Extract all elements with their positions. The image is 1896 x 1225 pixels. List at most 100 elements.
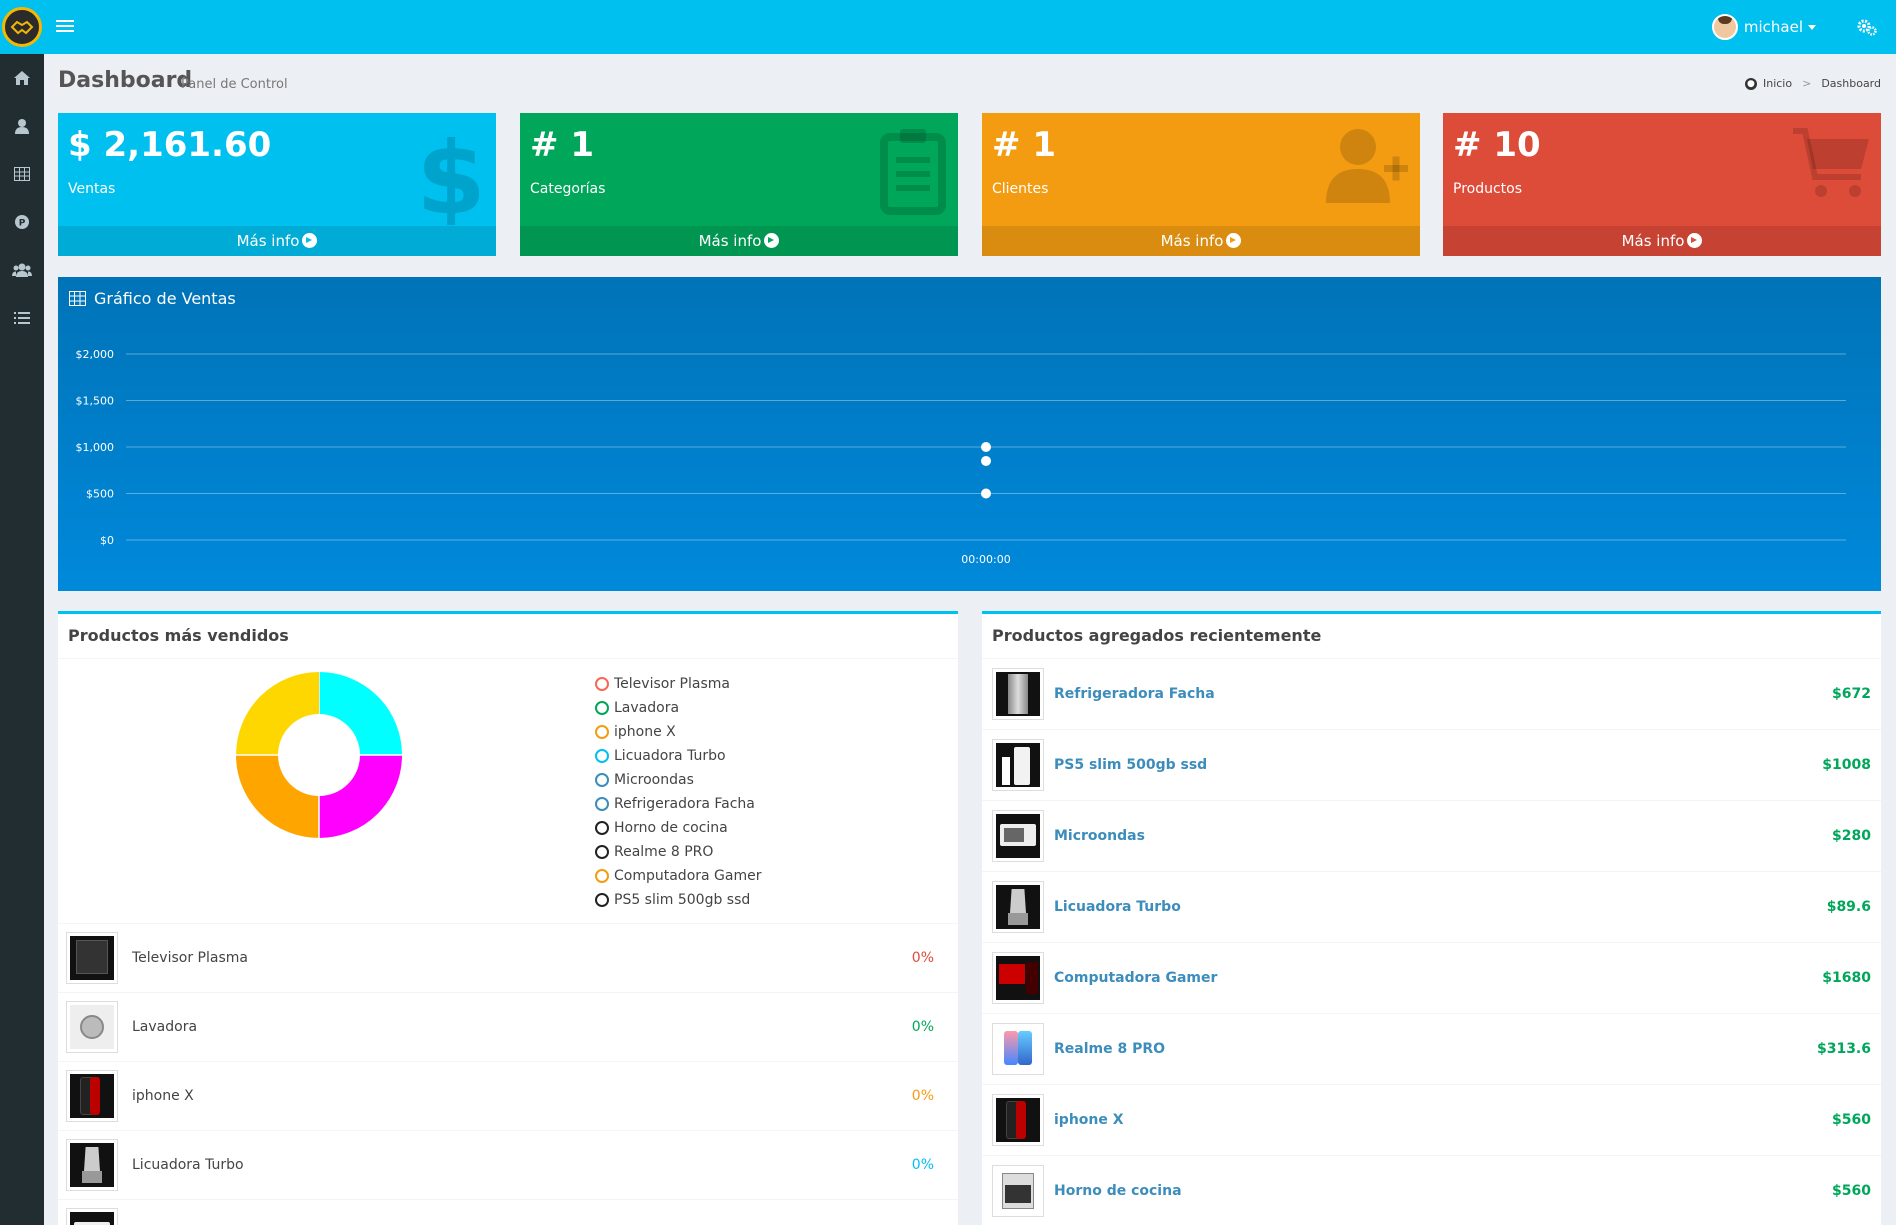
list-item: Computadora Gamer $1680 — [982, 943, 1881, 1014]
product-link[interactable]: iphone X — [1054, 1112, 1832, 1128]
legend-item[interactable]: Horno de cocina — [595, 816, 761, 840]
legend-label: Licuadora Turbo — [614, 748, 726, 764]
circle-icon — [595, 821, 609, 835]
box-categorias: # 1 Categorías Más info — [520, 113, 958, 256]
product-image — [66, 1139, 118, 1191]
donut-slice[interactable] — [236, 753, 321, 838]
sidebar-item-home[interactable] — [0, 54, 44, 102]
circle-icon — [595, 845, 609, 859]
legend-item[interactable]: Televisor Plasma — [595, 672, 761, 696]
data-point[interactable] — [981, 488, 991, 499]
sidebar: P — [0, 54, 44, 1225]
product-image — [992, 810, 1044, 862]
data-point[interactable] — [981, 442, 991, 452]
top-products-panel: Productos más vendidos Televisor Plasma L… — [58, 611, 958, 1225]
product-image — [66, 1001, 118, 1053]
list-item: iphone X 0% — [58, 1062, 958, 1131]
product-percent: 0% — [911, 1157, 934, 1173]
list-item: Licuadora Turbo 0% — [58, 1131, 958, 1200]
arrow-circle-right-icon — [1687, 233, 1703, 248]
app-logo[interactable] — [0, 0, 44, 54]
product-name: Televisor Plasma — [132, 950, 248, 966]
product-image — [992, 1023, 1044, 1075]
product-link[interactable]: Licuadora Turbo — [1054, 899, 1827, 915]
circle-icon — [595, 749, 609, 763]
donut-slice[interactable] — [317, 672, 402, 757]
legend-item[interactable]: Refrigeradora Facha — [595, 792, 761, 816]
product-icon: P — [15, 215, 29, 229]
legend-item[interactable]: Licuadora Turbo — [595, 744, 761, 768]
user-icon — [15, 119, 29, 134]
list-item: Refrigeradora Facha $672 — [982, 659, 1881, 730]
gears-icon[interactable] — [1856, 16, 1878, 38]
product-image — [992, 1165, 1044, 1217]
legend-item[interactable]: Computadora Gamer — [595, 864, 761, 888]
sidebar-item-list[interactable] — [0, 294, 44, 342]
legend-item[interactable]: Realme 8 PRO — [595, 840, 761, 864]
product-link[interactable]: Horno de cocina — [1054, 1183, 1832, 1199]
recent-products-panel: Productos agregados recientemente Refrig… — [982, 611, 1881, 1225]
y-tick-label: $1,500 — [76, 395, 115, 408]
product-percent: 0% — [911, 1019, 934, 1035]
product-price: $560 — [1832, 1183, 1871, 1199]
product-link[interactable]: Refrigeradora Facha — [1054, 686, 1832, 702]
breadcrumb: ● Inicio > Dashboard — [1744, 77, 1881, 90]
cart-icon — [1793, 128, 1869, 197]
legend-item[interactable]: Lavadora — [595, 696, 761, 720]
product-price: $1008 — [1822, 757, 1871, 773]
box-more-info-link[interactable]: Más info — [58, 226, 496, 256]
legend-item[interactable]: iphone X — [595, 720, 761, 744]
box-label: Categorías — [530, 181, 606, 197]
legend-label: Horno de cocina — [614, 820, 728, 836]
donut-slice[interactable] — [236, 672, 321, 757]
circle-icon — [595, 773, 609, 787]
arrow-circle-right-icon — [764, 233, 780, 248]
legend-item[interactable]: Microondas — [595, 768, 761, 792]
sidebar-item-users[interactable] — [0, 102, 44, 150]
product-image — [992, 739, 1044, 791]
box-value: $ 2,161.60 — [68, 125, 272, 165]
sidebar-item-products[interactable]: P — [0, 198, 44, 246]
sidebar-item-table[interactable] — [0, 150, 44, 198]
donut-chart — [236, 672, 402, 838]
sales-chart: $2,000 $1,500 $1,000 $500 $0 00:00:00 — [76, 348, 1846, 566]
product-image — [992, 668, 1044, 720]
home-icon — [14, 71, 30, 85]
product-link[interactable]: Microondas — [1054, 828, 1832, 844]
dashboard-icon: ● — [1744, 77, 1757, 90]
box-more-info-link[interactable]: Más info — [1443, 226, 1881, 256]
user-plus-icon — [1326, 129, 1408, 203]
y-tick-label: $500 — [86, 488, 114, 501]
dollar-icon: $ — [416, 125, 486, 225]
box-label: Productos — [1453, 181, 1523, 197]
product-link[interactable]: Realme 8 PRO — [1054, 1041, 1817, 1057]
data-point[interactable] — [981, 455, 991, 466]
user-menu[interactable]: michael — [1711, 14, 1816, 40]
avatar — [1711, 14, 1738, 40]
box-value: # 1 — [992, 125, 1056, 165]
sales-chart-box: Gráfico de Ventas $2,000 $1,500 $1,000 $500… — [58, 277, 1881, 591]
top-navbar: michael — [0, 0, 1896, 54]
sidebar-item-clients[interactable] — [0, 246, 44, 294]
product-link[interactable]: PS5 slim 500gb ssd — [1054, 757, 1822, 773]
user-name: michael — [1743, 18, 1803, 36]
legend-item[interactable]: PS5 slim 500gb ssd — [595, 888, 761, 912]
svg-text:$: $ — [416, 125, 486, 225]
product-price: $280 — [1832, 828, 1871, 844]
page-title: Dashboard — [58, 68, 193, 93]
product-image — [66, 932, 118, 984]
sidebar-toggle-button[interactable] — [56, 17, 74, 37]
box-more-info-link[interactable]: Más info — [982, 226, 1420, 256]
box-more-info-link[interactable]: Más info — [520, 226, 958, 256]
product-link[interactable]: Computadora Gamer — [1054, 970, 1822, 986]
breadcrumb-current: Dashboard — [1821, 77, 1881, 90]
list-item: Horno de cocina $560 — [982, 1156, 1881, 1225]
circle-icon — [595, 893, 609, 907]
box-label: Ventas — [68, 181, 116, 197]
breadcrumb-home[interactable]: Inicio — [1763, 77, 1792, 90]
donut-slice[interactable] — [317, 753, 402, 838]
list-item: Realme 8 PRO $313.6 — [982, 1014, 1881, 1085]
product-image — [992, 952, 1044, 1004]
product-image — [992, 881, 1044, 933]
product-price: $313.6 — [1816, 1041, 1871, 1057]
